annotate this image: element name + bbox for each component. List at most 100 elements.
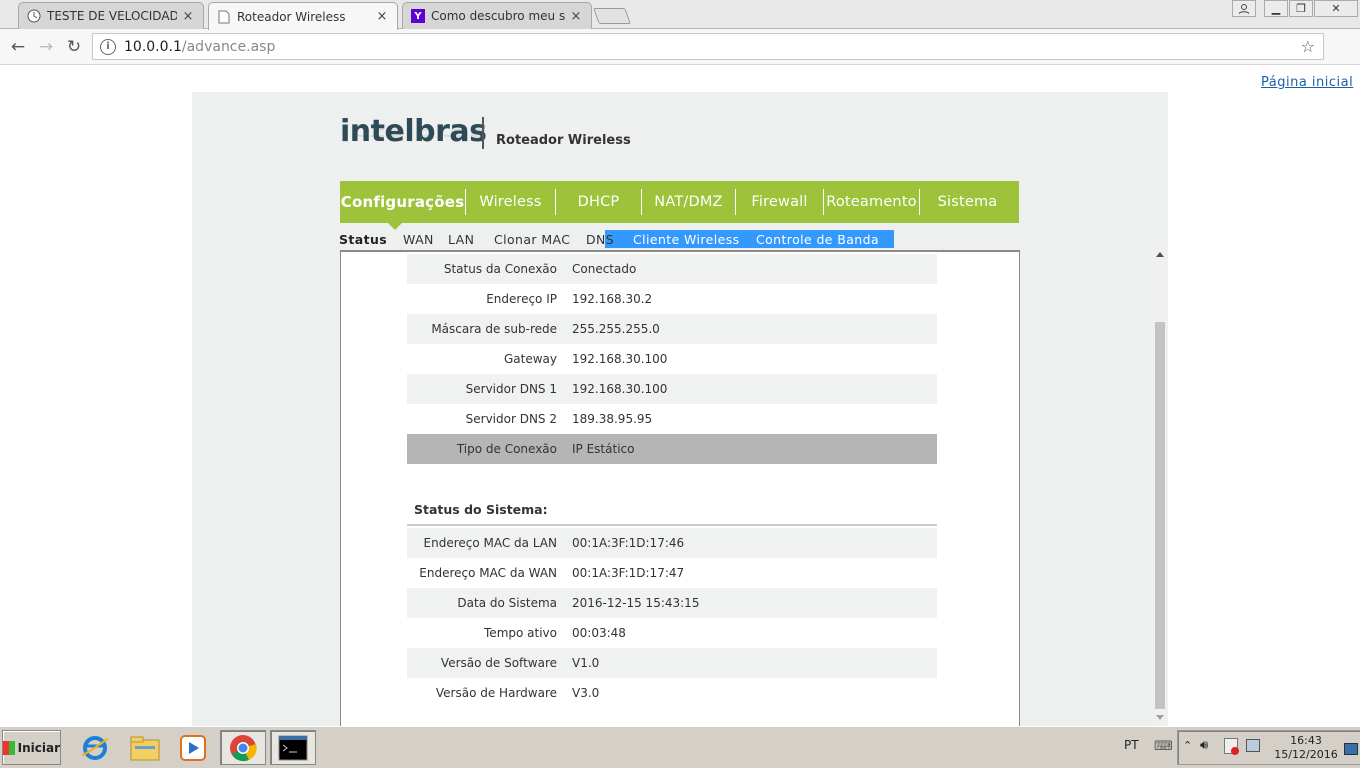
row-value: 2016-12-15 15:43:15 xyxy=(572,596,700,610)
folder-icon[interactable] xyxy=(122,730,168,765)
close-icon[interactable]: × xyxy=(181,9,195,24)
table-row: Endereço MAC da WAN 00:1A:3F:1D:17:47 xyxy=(407,558,937,588)
subnav-controle-banda[interactable]: Controle de Banda xyxy=(756,232,879,247)
subnav-dns[interactable]: DNS xyxy=(586,232,614,247)
nav-dhcp[interactable]: DHCP xyxy=(556,189,642,215)
nav-wireless[interactable]: Wireless xyxy=(466,189,556,215)
close-icon[interactable]: × xyxy=(375,9,389,24)
clock-time: 16:43 xyxy=(1290,734,1322,747)
divider xyxy=(407,524,937,526)
tab-yahoo[interactable]: Y Como descubro meu servid × xyxy=(402,2,592,29)
row-value: V1.0 xyxy=(572,656,600,670)
row-label: Versão de Hardware xyxy=(435,686,557,700)
ie-icon[interactable] xyxy=(72,730,118,765)
product-name: Roteador Wireless xyxy=(496,133,631,148)
home-link[interactable]: Página inicial xyxy=(1261,75,1353,90)
address-bar[interactable]: i 10.0.0.1/advance.asp ☆ xyxy=(92,33,1324,60)
status-frame: Status da Conexão Conectado Endereço IP 19… xyxy=(340,250,1020,726)
table-row: Data do Sistema 2016-12-15 15:43:15 xyxy=(407,588,937,618)
clock-date: 15/12/2016 xyxy=(1274,748,1338,761)
subnav-lan[interactable]: LAN xyxy=(448,232,474,247)
taskbar: Iniciar PT ⌨ ⌃ 🔊︎ 16:43 15/12/2016 xyxy=(0,726,1360,768)
windows-flag-icon xyxy=(3,740,15,755)
close-window-button[interactable]: ✕ xyxy=(1314,0,1358,17)
subnav-cliente-wireless[interactable]: Cliente Wireless xyxy=(633,232,740,247)
tab-title: TESTE DE VELOCIDADE da I xyxy=(47,9,177,23)
subnav-clonar-mac[interactable]: Clonar MAC xyxy=(494,232,570,247)
row-label: Gateway xyxy=(503,352,557,366)
nav-sistema[interactable]: Sistema xyxy=(920,189,1015,215)
language-indicator[interactable]: PT xyxy=(1124,738,1139,752)
reload-button[interactable]: ↻ xyxy=(64,37,84,57)
volume-icon[interactable]: 🔊︎ xyxy=(1200,738,1208,753)
row-label: Endereço MAC da LAN xyxy=(423,536,557,550)
row-value: IP Estático xyxy=(572,442,635,456)
router-panel: intelbras intelbras Roteador Wireless Co… xyxy=(192,92,1168,726)
url-host: 10.0.0.1 xyxy=(124,38,182,55)
table-row: Tempo ativo 00:03:48 xyxy=(407,618,937,648)
url-path: /advance.asp xyxy=(181,38,276,55)
subnav-wan[interactable]: WAN xyxy=(403,232,434,247)
chrome-icon[interactable] xyxy=(220,730,266,765)
back-button[interactable]: ← xyxy=(8,37,28,57)
tab-speed-test[interactable]: TESTE DE VELOCIDADE da I × xyxy=(18,2,204,29)
keyboard-icon[interactable]: ⌨ xyxy=(1154,739,1173,754)
browser-tab-bar: TESTE DE VELOCIDADE da I × Roteador Wire… xyxy=(0,0,1360,30)
maximize-button[interactable]: ❐ xyxy=(1289,0,1313,17)
nav-configuracoes[interactable]: Configurações xyxy=(340,189,466,215)
minimize-button[interactable]: ▁ xyxy=(1264,0,1288,17)
chevron-up-icon[interactable]: ⌃ xyxy=(1183,739,1192,752)
scroll-down-icon[interactable] xyxy=(1156,715,1164,720)
cmd-icon[interactable] xyxy=(270,730,316,765)
table-row: Tipo de Conexão IP Estático xyxy=(407,434,937,464)
table-row: Máscara de sub-rede 255.255.255.0 xyxy=(407,314,937,344)
star-icon[interactable]: ☆ xyxy=(1301,37,1315,56)
row-label: Status da Conexão xyxy=(443,262,557,276)
tab-roteador[interactable]: Roteador Wireless × xyxy=(208,2,398,30)
scroll-up-icon[interactable] xyxy=(1156,252,1164,257)
row-value: Conectado xyxy=(572,262,637,276)
close-icon[interactable]: × xyxy=(569,9,583,24)
start-button[interactable]: Iniciar xyxy=(2,730,61,765)
row-value: V3.0 xyxy=(572,686,600,700)
table-row: Servidor DNS 1 192.168.30.100 xyxy=(407,374,937,404)
network-icon[interactable] xyxy=(1246,739,1260,752)
row-value: 192.168.30.100 xyxy=(572,382,668,396)
clock[interactable]: 16:43 15/12/2016 xyxy=(1271,734,1341,762)
table-row: Endereço IP 192.168.30.2 xyxy=(407,284,937,314)
row-label: Versão de Software xyxy=(440,656,557,670)
connection-table: Status da Conexão Conectado Endereço IP 19… xyxy=(407,254,937,464)
flag-alert-icon[interactable] xyxy=(1224,738,1239,755)
media-player-icon[interactable] xyxy=(170,730,216,765)
browser-toolbar: ← → ↻ i 10.0.0.1/advance.asp ☆ ⋮ xyxy=(0,29,1360,85)
table-row: Status da Conexão Conectado xyxy=(407,254,937,284)
vertical-scrollbar[interactable] xyxy=(1153,250,1167,724)
clock-icon xyxy=(27,9,41,23)
forward-button[interactable]: → xyxy=(36,37,56,57)
row-value: 192.168.30.100 xyxy=(572,352,668,366)
row-value: 00:1A:3F:1D:17:46 xyxy=(572,536,685,550)
new-tab-button[interactable] xyxy=(593,8,631,24)
subnav-status[interactable]: Status xyxy=(339,232,387,247)
yahoo-icon: Y xyxy=(411,9,425,23)
row-label: Endereço MAC da WAN xyxy=(419,566,557,580)
nav-firewall[interactable]: Firewall xyxy=(736,189,824,215)
row-value: 189.38.95.95 xyxy=(572,412,653,426)
row-label: Tipo de Conexão xyxy=(456,442,557,456)
scroll-thumb[interactable] xyxy=(1155,322,1165,709)
table-row: Versão de Software V1.0 xyxy=(407,648,937,678)
logo-separator xyxy=(482,117,484,149)
row-label: Tempo ativo xyxy=(484,626,557,640)
show-desktop-icon[interactable] xyxy=(1344,743,1358,755)
row-label: Endereço IP xyxy=(486,292,557,306)
table-row: Versão de Hardware V3.0 xyxy=(407,678,937,708)
start-label: Iniciar xyxy=(17,740,60,755)
row-label: Máscara de sub-rede xyxy=(431,322,557,336)
main-nav: Configurações Wireless DHCP NAT/DMZ Fire… xyxy=(340,181,1019,223)
info-icon[interactable]: i xyxy=(100,38,116,55)
nav-nat-dmz[interactable]: NAT/DMZ xyxy=(642,189,736,215)
nav-roteamento[interactable]: Roteamento xyxy=(824,189,920,215)
profile-icon[interactable] xyxy=(1232,0,1256,17)
table-row: Endereço MAC da LAN 00:1A:3F:1D:17:46 xyxy=(407,528,937,558)
table-row: Servidor DNS 2 189.38.95.95 xyxy=(407,404,937,434)
